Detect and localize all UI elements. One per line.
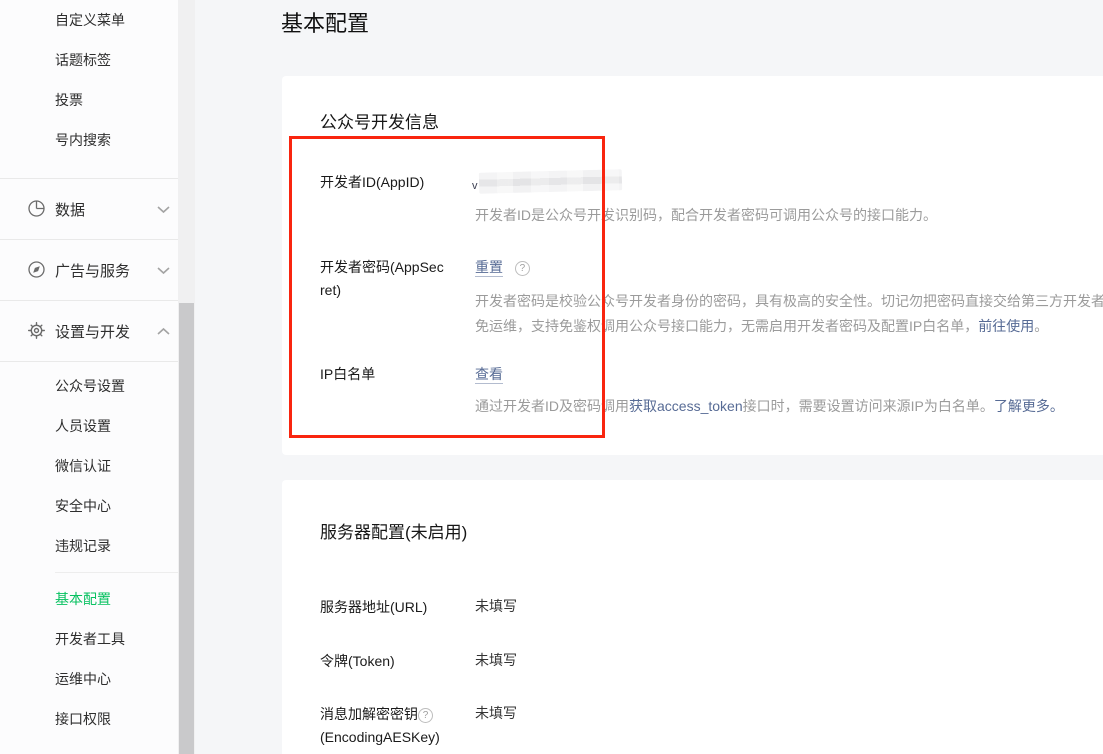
token-label: 令牌(Token)	[320, 653, 395, 669]
server-url-label: 服务器地址(URL)	[320, 599, 428, 615]
sidebar-item-developer-tools[interactable]: 开发者工具	[0, 619, 178, 659]
appid-description: 开发者ID是公众号开发识别码，配合开发者密码可调用公众号的接口能力。	[475, 207, 937, 223]
sidebar-item-account-settings[interactable]: 公众号设置	[0, 366, 178, 406]
server-config-card: 服务器配置(未启用) 服务器地址(URL) 未填写 令牌(Token) 未填写 …	[282, 480, 1103, 754]
ip-whitelist-description: 通过开发者ID及密码调用获取access_token接口时，需要设置访问来源IP…	[475, 394, 1064, 419]
chevron-down-icon	[154, 200, 173, 224]
help-icon[interactable]: ?	[514, 261, 530, 276]
appsecret-description-line2: 免运维，支持免鉴权调用公众号接口能力，无需启用开发者密码及配置IP白名单，前往使…	[475, 314, 1103, 339]
aeskey-label-line2: (EncodingAESKey)	[320, 729, 440, 745]
sidebar-section-label: 广告与服务	[55, 262, 131, 280]
sidebar-section-settings-dev[interactable]: 设置与开发	[0, 301, 178, 362]
appsecret-label-line2: ret)	[320, 282, 341, 298]
sidebar-item-vote[interactable]: 投票	[0, 80, 178, 120]
sidebar-section-data[interactable]: 数据	[0, 179, 178, 240]
dev-info-card-title: 公众号开发信息	[320, 113, 439, 132]
ip-desc-text: 通过开发者ID及密码调用	[475, 398, 629, 414]
page-title: 基本配置	[281, 11, 370, 36]
appsecret-description-line1: 开发者密码是校验公众号开发者身份的密码，具有极高的安全性。切记勿把密码直接交给第…	[475, 293, 1103, 309]
learn-more-link[interactable]: 了解更多。	[994, 398, 1064, 414]
sidebar-sublist-settings-dev: 公众号设置 人员设置 微信认证 安全中心 违规记录 基本配置 开发者工具 运维中…	[0, 362, 178, 739]
pie-chart-icon	[27, 199, 46, 223]
sidebar-item-api-permissions[interactable]: 接口权限	[0, 699, 178, 739]
appid-value: v	[472, 169, 622, 194]
view-ip-whitelist-link[interactable]: 查看	[475, 366, 503, 384]
sidebar: 自定义菜单 话题标签 投票 号内搜索 数据 广告与服务 设置与开发 公众号设置 …	[0, 0, 178, 754]
aeskey-label-text: 消息加解密密钥	[320, 706, 418, 722]
ip-whitelist-actions: 查看	[475, 364, 503, 384]
sidebar-item-violation-records[interactable]: 违规记录	[0, 526, 178, 566]
chevron-up-icon	[154, 322, 173, 346]
sidebar-item-basic-configuration[interactable]: 基本配置	[0, 579, 178, 619]
appsecret-actions: 重置 ?	[475, 257, 530, 277]
appid-value-blurred	[478, 169, 622, 194]
appsecret-label-line1: 开发者密码(AppSec	[320, 259, 444, 275]
ip-whitelist-label: IP白名单	[320, 366, 376, 382]
appsecret-label: 开发者密码(AppSec ret)	[320, 256, 470, 302]
appid-value-prefix: v	[472, 180, 478, 192]
sidebar-section-label: 设置与开发	[55, 323, 131, 341]
help-icon[interactable]: ?	[418, 708, 433, 723]
sidebar-item-topic-tags[interactable]: 话题标签	[0, 40, 178, 80]
sidebar-item-ops-center[interactable]: 运维中心	[0, 659, 178, 699]
sidebar-section-ads-services[interactable]: 广告与服务	[0, 240, 178, 301]
aeskey-label-line1: 消息加解密密钥?	[320, 703, 490, 726]
compass-icon	[27, 260, 46, 284]
go-use-link[interactable]: 前往使用	[978, 318, 1034, 334]
sidebar-item-wechat-verification[interactable]: 微信认证	[0, 446, 178, 486]
sidebar-item-security-center[interactable]: 安全中心	[0, 486, 178, 526]
appsecret-description: 开发者密码是校验公众号开发者身份的密码，具有极高的安全性。切记勿把密码直接交给第…	[475, 289, 1103, 339]
sidebar-item-custom-menu[interactable]: 自定义菜单	[0, 0, 178, 40]
reset-appsecret-link[interactable]: 重置	[475, 259, 503, 277]
sidebar-item-staff-settings[interactable]: 人员设置	[0, 406, 178, 446]
sidebar-item-account-search[interactable]: 号内搜索	[0, 120, 178, 160]
appsecret-desc-text: 免运维，支持免鉴权调用公众号接口能力，无需启用开发者密码及配置IP白名单，	[475, 318, 979, 334]
appsecret-desc-period: 。	[1034, 318, 1049, 334]
ip-desc-text-mid: 接口时，需要设置访问来源IP为白名单。	[742, 398, 994, 414]
dev-info-card: 公众号开发信息 开发者ID(AppID) v 开发者ID是公众号开发识别码，配合…	[282, 76, 1103, 455]
appid-label: 开发者ID(AppID)	[320, 174, 425, 190]
gear-icon	[27, 321, 46, 345]
server-config-card-title: 服务器配置(未启用)	[320, 523, 468, 542]
sidebar-sub-divider	[55, 572, 178, 573]
sidebar-scrollbar-thumb[interactable]	[179, 303, 194, 754]
sidebar-scrollbar-track[interactable]	[178, 0, 195, 754]
aeskey-label: 消息加解密密钥? (EncodingAESKey)	[320, 703, 490, 749]
token-value: 未填写	[475, 652, 517, 668]
chevron-down-icon	[154, 261, 173, 285]
server-url-value: 未填写	[475, 598, 517, 614]
aeskey-value: 未填写	[475, 705, 517, 721]
get-access-token-link[interactable]: 获取access_token	[629, 398, 743, 414]
